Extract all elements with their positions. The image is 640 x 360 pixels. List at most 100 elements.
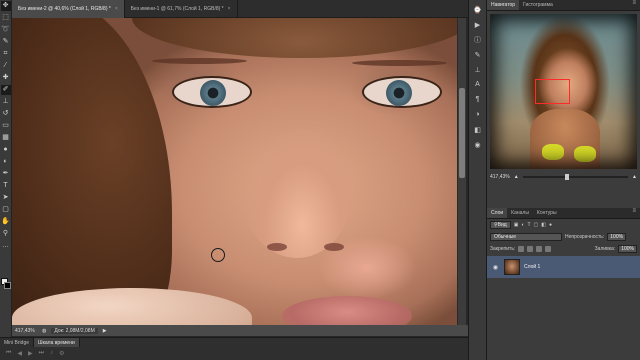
paragraph-panel-icon[interactable]: ¶ [472, 94, 484, 105]
audio-icon[interactable]: ♪ [50, 350, 53, 357]
filter-type-icon[interactable]: T [527, 222, 530, 228]
filter-pixel-icon[interactable]: ▣ [514, 222, 519, 228]
lock-all-icon[interactable] [545, 246, 552, 252]
navigator-zoom-value[interactable]: 417,43% [490, 174, 510, 180]
healing-brush-tool-icon[interactable]: ✚ [1, 73, 11, 83]
crop-tool-icon[interactable]: ⌗ [1, 49, 11, 59]
brush-tool-icon[interactable]: ✐ [0, 85, 11, 95]
eraser-tool-icon[interactable]: ▭ [1, 121, 11, 131]
marquee-tool-icon[interactable]: ⬚ [1, 13, 11, 23]
tab-layers[interactable]: Слои [487, 208, 508, 218]
color-swatches[interactable] [1, 278, 11, 292]
navigator-preview[interactable] [490, 14, 637, 169]
actions-panel-icon[interactable]: ▶ [472, 19, 484, 30]
styles-panel-icon[interactable]: ◧ [472, 124, 484, 135]
navigator-tabs: Навигатор Гистограмма ≡ [487, 0, 640, 11]
layers-menu-icon[interactable]: ≡ [628, 208, 640, 218]
tab-histogram[interactable]: Гистограмма [519, 0, 557, 10]
hair-top [132, 18, 457, 58]
layers-tabs: Слои Каналы Контуры ≡ [487, 208, 640, 219]
zoom-in-icon[interactable]: ▲ [632, 174, 637, 180]
history-panel-icon[interactable]: ⌚ [472, 4, 484, 15]
vertical-scroll-thumb[interactable] [459, 88, 465, 178]
document-tab-1-title: Без имени-2 @ 40,6% (Слой 1, RGB/8) * [18, 6, 111, 12]
image-canvas[interactable] [12, 18, 457, 328]
navigator-view-box[interactable] [535, 79, 570, 104]
zoom-out-icon[interactable]: ▲ [514, 174, 519, 180]
layer-filter-row: ⚲ Вид ▣ ◐ T ▢ ◧ ● [487, 219, 640, 231]
edit-toolbar-icon[interactable]: … [1, 241, 11, 251]
tab-channels[interactable]: Каналы [507, 208, 533, 218]
document-tabs: Без имени-2 @ 40,6% (Слой 1, RGB/8) * × … [12, 0, 468, 18]
first-frame-icon[interactable]: ⏮ [6, 350, 11, 357]
zoom-slider-knob[interactable] [564, 174, 569, 180]
layer-filter-select[interactable]: ⚲ Вид [490, 221, 511, 229]
clone-stamp-tool-icon[interactable]: ⊥ [1, 97, 11, 107]
dodge-tool-icon[interactable]: ◐ [1, 157, 11, 167]
document-size[interactable]: Док: 2,08M/2,08M [51, 327, 98, 334]
right-iris [386, 80, 412, 106]
blend-row: Обычные Непрозрачность: 100% [487, 231, 640, 243]
prev-frame-icon[interactable]: ◀ [17, 350, 22, 357]
document-tab-1[interactable]: Без имени-2 @ 40,6% (Слой 1, RGB/8) * × [12, 0, 125, 18]
timeline-controls: ⏮ ◀ ▶ ⏭ ♪ ⚙ [0, 347, 468, 360]
vertical-scrollbar[interactable] [457, 18, 466, 328]
lock-label: Закрепить: [490, 246, 516, 252]
lock-transparent-icon[interactable] [518, 246, 525, 252]
lasso-tool-icon[interactable]: ➰ [1, 25, 11, 35]
right-eye [362, 76, 442, 108]
tab-paths[interactable]: Контуры [533, 208, 561, 218]
adjustments-panel-icon[interactable]: ◑ [472, 109, 484, 120]
blend-mode-value: Обычные [494, 234, 517, 240]
zoom-slider[interactable] [522, 174, 629, 180]
zoom-level[interactable]: 417,43% [15, 328, 37, 334]
fill-label: Заливка: [594, 246, 616, 252]
gradient-tool-icon[interactable]: ▦ [1, 133, 11, 143]
navigator-zoom-row: 417,43% ▲ ▲ [490, 172, 637, 182]
opacity-input[interactable]: 100% [607, 233, 627, 241]
play-icon[interactable]: ▶ [28, 350, 33, 357]
layer-row[interactable]: ◉ Слой 1 [487, 256, 640, 278]
clone-source-panel-icon[interactable]: ⊥ [472, 64, 484, 75]
brush-panel-icon[interactable]: ✎ [472, 49, 484, 60]
tab-navigator[interactable]: Навигатор [487, 0, 520, 10]
panel-icon-strip: ⌚ ▶ ⓘ ✎ ⊥ A ¶ ◑ ◧ ◉ [468, 0, 487, 360]
lock-position-icon[interactable] [536, 246, 543, 252]
character-panel-icon[interactable]: A [472, 79, 484, 90]
status-bar: 417,43% ◍ Док: 2,08M/2,08M ▶ [12, 325, 468, 336]
history-brush-tool-icon[interactable]: ↺ [1, 109, 11, 119]
close-icon[interactable]: × [228, 6, 231, 12]
tab-timeline[interactable]: Шкала времени [34, 338, 80, 347]
lock-pixels-icon[interactable] [527, 246, 534, 252]
blur-tool-icon[interactable]: ● [1, 145, 11, 155]
quick-select-tool-icon[interactable]: ✎ [1, 37, 11, 47]
right-panel: Навигатор Гистограмма ≡ 417,43% ▲ ▲ Слои… [487, 0, 640, 360]
panel-menu-icon[interactable]: ≡ [628, 0, 640, 10]
filter-shape-icon[interactable]: ▢ [534, 222, 539, 228]
filter-smart-icon[interactable]: ◧ [541, 222, 546, 228]
hand-tool-icon[interactable]: ✋ [1, 217, 11, 227]
filter-adjust-icon[interactable]: ◐ [521, 222, 524, 228]
status-arrow-icon[interactable]: ▶ [103, 328, 107, 334]
color-panel-icon[interactable]: ◉ [472, 139, 484, 150]
zoom-tool-icon[interactable]: ⚲ [1, 229, 11, 239]
visibility-eye-icon[interactable]: ◉ [491, 264, 500, 271]
background-color-swatch[interactable] [4, 282, 11, 289]
document-tab-2[interactable]: Без имени-1 @ 61,7% (Слой 1, RGB/8) * × [125, 0, 238, 18]
info-panel-icon[interactable]: ⓘ [472, 34, 484, 45]
next-frame-icon[interactable]: ⏭ [39, 350, 44, 357]
blend-mode-select[interactable]: Обычные [490, 233, 562, 241]
type-tool-icon[interactable]: T [1, 181, 11, 191]
settings-icon[interactable]: ⚙ [59, 350, 64, 357]
eyedropper-tool-icon[interactable]: ⁄ [1, 61, 11, 71]
filter-toggle-icon[interactable]: ● [549, 222, 552, 228]
tab-mini-bridge[interactable]: Mini Bridge [0, 338, 35, 347]
layer-name[interactable]: Слой 1 [524, 264, 540, 270]
fill-input[interactable]: 100% [618, 245, 637, 253]
shape-tool-icon[interactable]: ▢ [1, 205, 11, 215]
pen-tool-icon[interactable]: ✒ [1, 169, 11, 179]
close-icon[interactable]: × [115, 6, 118, 12]
document-tab-2-title: Без имени-1 @ 61,7% (Слой 1, RGB/8) * [130, 6, 224, 12]
move-tool-icon[interactable]: ✥ [0, 1, 11, 11]
path-select-tool-icon[interactable]: ➤ [1, 193, 11, 203]
